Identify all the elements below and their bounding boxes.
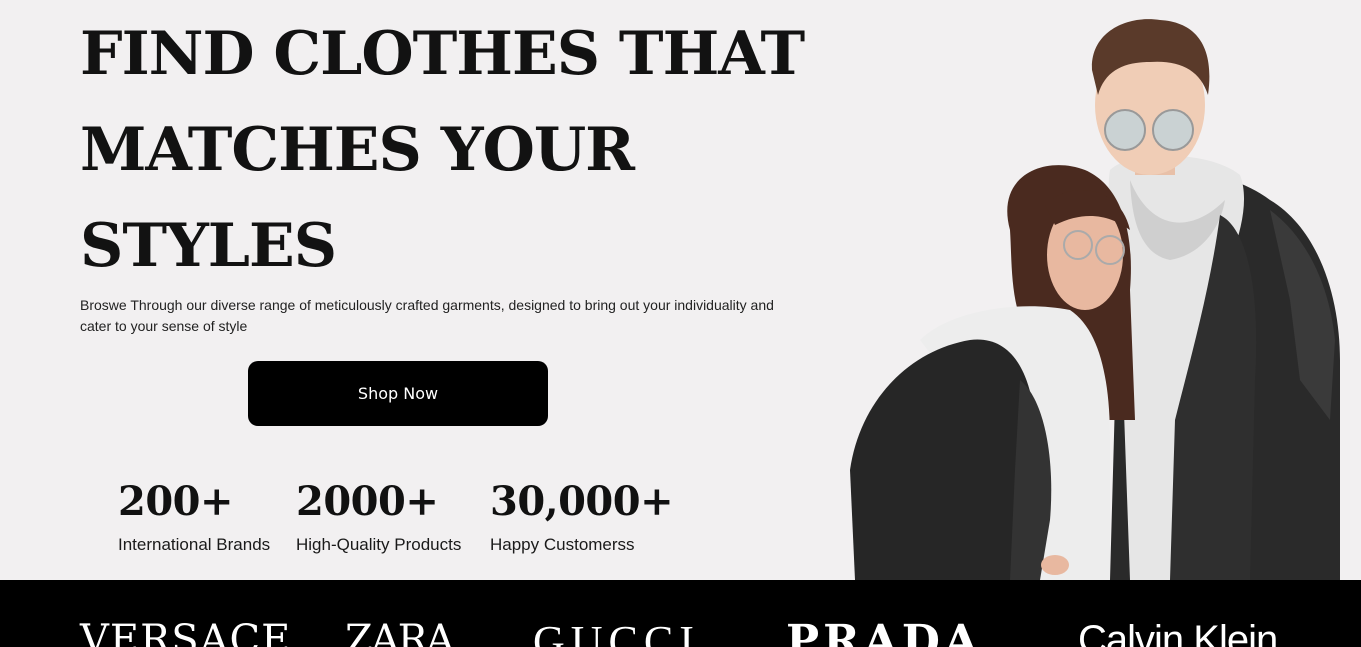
stat-label: International Brands [118,535,271,554]
brand-logo-zara: ZARA [345,617,455,647]
brand-logo-versace: VERSACE [80,617,292,647]
stat-value: 30,000+ [490,478,674,525]
brand-bar: VERSACE ZARA GUCCI PRADA Calvin Klein [0,580,1361,647]
brand-logo-gucci: GUCCI [533,617,700,647]
stat-value: 200+ [118,478,234,525]
shop-now-button[interactable]: Shop Now [248,361,548,426]
stat-label: Happy Customerss [490,535,635,554]
headline-line-1: FIND CLOTHES THAT [80,19,805,89]
stat-customers: 30,000+ Happy Customerss [490,475,674,555]
brand-logo-calvin-klein: Calvin Klein [1078,618,1278,647]
hero-models-image [850,19,1340,580]
hero-headline: FIND CLOTHES THAT MATCHES YOUR STYLES [80,6,840,294]
stat-products: 2000+ High-Quality Products [296,475,461,555]
stat-brands: 200+ International Brands [118,475,270,555]
headline-line-2: MATCHES YOUR [80,115,635,185]
stat-label: High-Quality Products [296,535,462,554]
headline-line-3: STYLES [80,211,337,281]
stat-value: 2000+ [296,478,439,525]
brand-logo-prada: PRADA [786,616,983,647]
hero-section: FIND CLOTHES THAT MATCHES YOUR STYLES Br… [0,0,1361,580]
hero-description: Broswe Through our diverse range of meti… [80,297,774,334]
